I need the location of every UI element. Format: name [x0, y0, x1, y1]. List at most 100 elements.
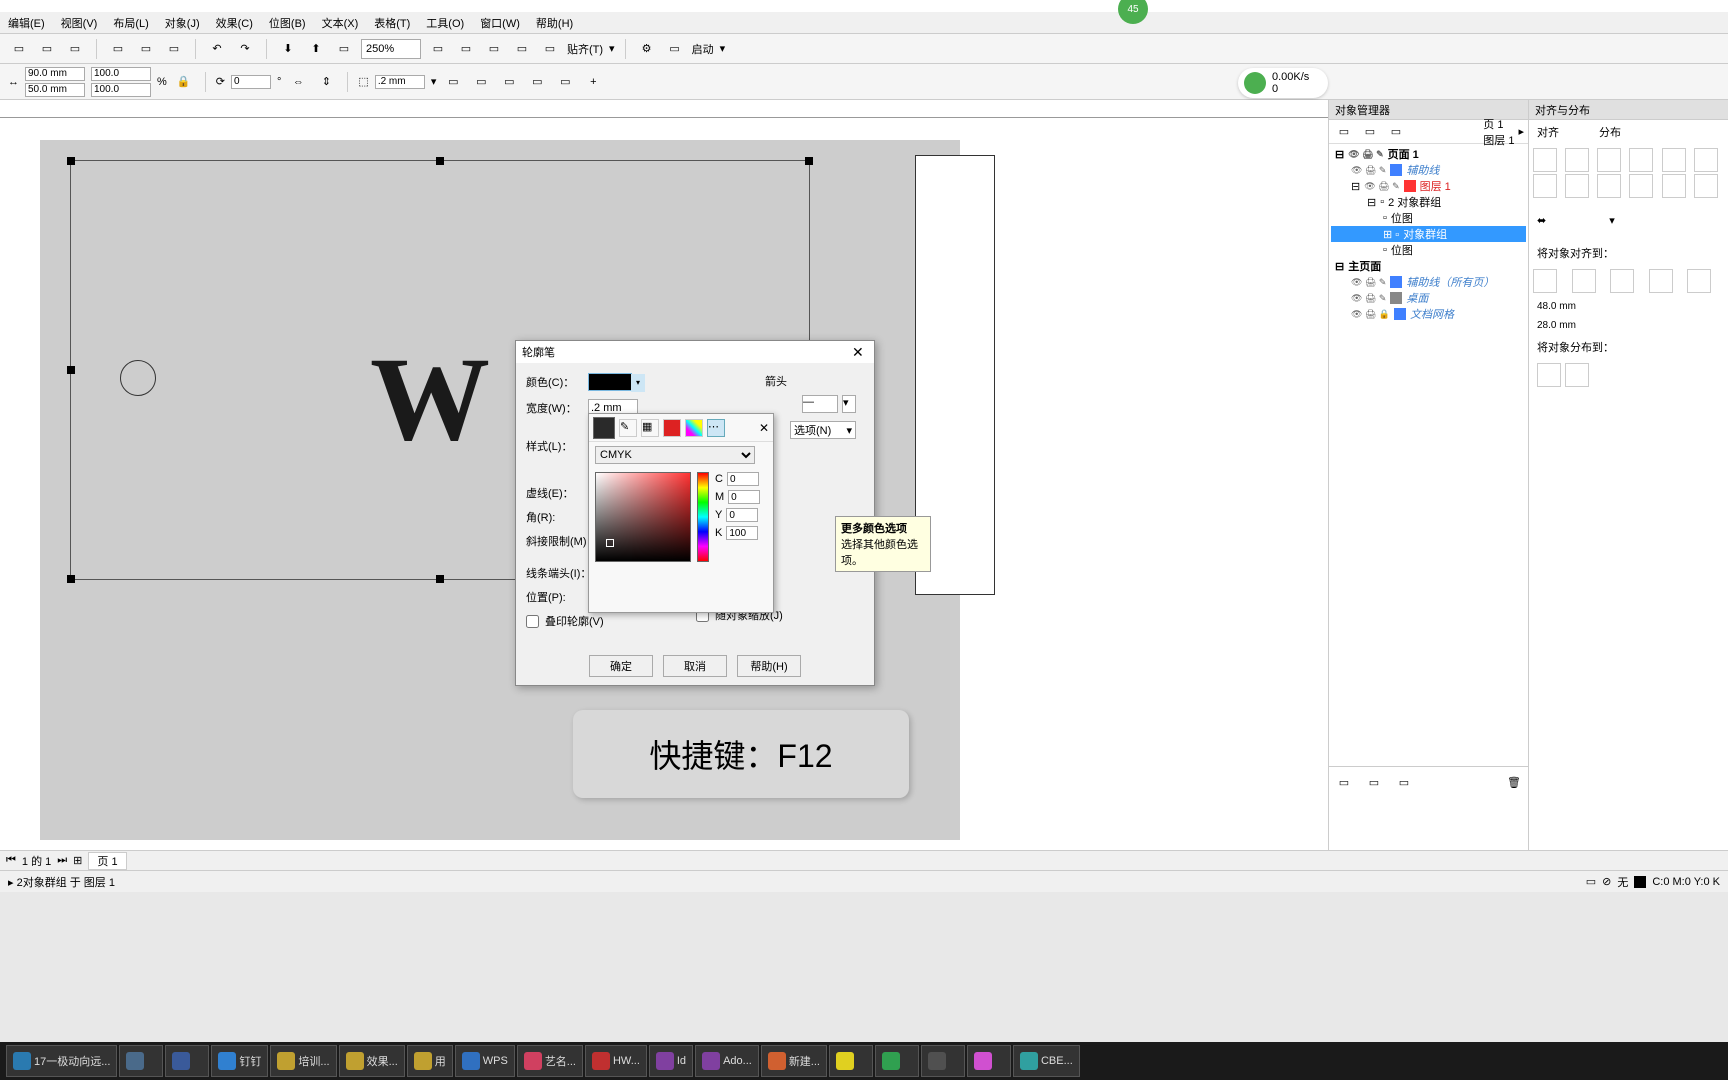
convert-button[interactable]: ▭: [554, 71, 576, 93]
y-input[interactable]: [726, 508, 758, 522]
cancel-button[interactable]: 取消: [663, 655, 727, 677]
dist-top[interactable]: [1629, 174, 1653, 198]
outline-width-input[interactable]: [375, 75, 425, 89]
menu-edit[interactable]: 编辑(E): [8, 15, 45, 31]
color-model-select[interactable]: CMYK: [595, 446, 755, 464]
taskbar-item-15[interactable]: [921, 1045, 965, 1077]
arrow-end-dropdown[interactable]: ▾: [842, 395, 856, 413]
network-widget[interactable]: 0.00K/s 0: [1238, 68, 1328, 98]
order-button[interactable]: ▭: [526, 71, 548, 93]
taskbar-item-4[interactable]: 培训...: [270, 1045, 336, 1077]
page-tab-1[interactable]: 页 1: [88, 852, 126, 870]
align-left[interactable]: [1533, 148, 1557, 172]
undo-button[interactable]: ↶: [206, 38, 228, 60]
taskbar-item-9[interactable]: HW...: [585, 1045, 647, 1077]
y-input[interactable]: [25, 83, 85, 97]
snap-dropdown[interactable]: 贴齐(T): [567, 41, 603, 57]
arrow-start-dropdown[interactable]: —: [802, 395, 838, 413]
dist-to-1[interactable]: [1537, 363, 1561, 387]
menu-effects[interactable]: 效果(C): [216, 15, 253, 31]
export-button[interactable]: ⬆: [305, 38, 327, 60]
dist-right[interactable]: [1694, 148, 1718, 172]
options-dropdown[interactable]: 选项(N)▾: [790, 421, 856, 439]
taskbar-item-11[interactable]: Ado...: [695, 1045, 759, 1077]
color-field[interactable]: [595, 472, 691, 562]
obj-tool-1[interactable]: ▭: [1333, 121, 1355, 143]
taskbar-item-13[interactable]: [829, 1045, 873, 1077]
options-button[interactable]: ⚙: [636, 38, 658, 60]
dist-bottom[interactable]: [1694, 174, 1718, 198]
obj-tool-2[interactable]: ▭: [1359, 121, 1381, 143]
align-to-4[interactable]: [1649, 269, 1673, 293]
align-button[interactable]: ▭: [498, 71, 520, 93]
popup-close-button[interactable]: ✕: [759, 421, 769, 435]
dialog-close-button[interactable]: ✕: [852, 344, 868, 360]
align-to-2[interactable]: [1572, 269, 1596, 293]
text-object-w[interactable]: W: [370, 330, 490, 468]
mirror-v-button[interactable]: ⇕: [315, 71, 337, 93]
menu-tools[interactable]: 工具(O): [426, 15, 464, 31]
color-marker[interactable]: [606, 539, 614, 547]
launch-icon[interactable]: ▭: [664, 38, 686, 60]
misc-button[interactable]: ▭: [539, 38, 561, 60]
dist-to-2[interactable]: [1565, 363, 1589, 387]
taskbar-item-2[interactable]: [165, 1045, 209, 1077]
outline-swatch[interactable]: [1634, 876, 1646, 888]
taskbar-item-17[interactable]: CBE...: [1013, 1045, 1080, 1077]
no-fill-icon[interactable]: ⊘: [1602, 875, 1611, 888]
dist-center-h[interactable]: [1662, 148, 1686, 172]
swatch-tool[interactable]: [663, 419, 681, 437]
menu-layout[interactable]: 布局(L): [113, 15, 148, 31]
guides-button[interactable]: ▭: [483, 38, 505, 60]
color-dropdown[interactable]: [588, 373, 632, 391]
dist-center-v[interactable]: [1662, 174, 1686, 198]
eyedropper-tool[interactable]: ✎: [619, 419, 637, 437]
ruler-horizontal[interactable]: [0, 100, 1328, 118]
dialog-titlebar[interactable]: 轮廓笔 ✕: [516, 341, 874, 363]
fill-swatch-icon[interactable]: ▭: [1586, 875, 1596, 888]
obj-dup[interactable]: ▭: [1393, 771, 1415, 793]
grid-button[interactable]: ▭: [455, 38, 477, 60]
copy-button[interactable]: ▭: [135, 38, 157, 60]
open-button[interactable]: ▭: [36, 38, 58, 60]
taskbar-item-14[interactable]: [875, 1045, 919, 1077]
canvas[interactable]: W 轮廓笔 ✕ 颜色(C)： 宽度(W)：: [0, 100, 1328, 850]
taskbar-item-7[interactable]: WPS: [455, 1045, 515, 1077]
ungroup-button[interactable]: ▭: [470, 71, 492, 93]
save-button[interactable]: ▭: [64, 38, 86, 60]
menu-bitmap[interactable]: 位图(B): [269, 15, 306, 31]
align-top[interactable]: [1533, 174, 1557, 198]
align-to-3[interactable]: [1610, 269, 1634, 293]
cut-button[interactable]: ▭: [107, 38, 129, 60]
taskbar-item-12[interactable]: 新建...: [761, 1045, 827, 1077]
taskbar-item-1[interactable]: [119, 1045, 163, 1077]
page-nav-first[interactable]: ⏮: [6, 854, 16, 867]
more-colors-button[interactable]: ⋯: [707, 419, 725, 437]
object-tree[interactable]: ⊟👁 🖨 ✎页面 1 👁 🖨 ✎辅助线 ⊟👁 🖨 ✎图层 1 ⊟▫2 对象群组 …: [1329, 144, 1528, 324]
redo-button[interactable]: ↷: [234, 38, 256, 60]
taskbar-item-3[interactable]: 钉钉: [211, 1045, 268, 1077]
x-input[interactable]: [25, 67, 85, 81]
menu-table[interactable]: 表格(T): [374, 15, 410, 31]
fullscreen-button[interactable]: ▭: [427, 38, 449, 60]
page-nav-last[interactable]: ⏭: [57, 854, 67, 867]
menu-object[interactable]: 对象(J): [165, 15, 200, 31]
taskbar-item-6[interactable]: 用: [407, 1045, 453, 1077]
rotation-input[interactable]: [231, 75, 271, 89]
paste-button[interactable]: ▭: [163, 38, 185, 60]
hue-slider[interactable]: [697, 472, 709, 562]
menu-view[interactable]: 视图(V): [61, 15, 98, 31]
align-center-v[interactable]: [1565, 174, 1589, 198]
taskbar-item-16[interactable]: [967, 1045, 1011, 1077]
align-right[interactable]: [1597, 148, 1621, 172]
zoom-combo[interactable]: 250%: [361, 39, 421, 59]
k-input[interactable]: [726, 526, 758, 540]
help-button[interactable]: 帮助(H): [737, 655, 801, 677]
palette-tool[interactable]: ▦: [641, 419, 659, 437]
circle-object[interactable]: [120, 360, 156, 396]
snap-button[interactable]: ▭: [511, 38, 533, 60]
align-center-h[interactable]: [1565, 148, 1589, 172]
m-input[interactable]: [728, 490, 760, 504]
overprint-checkbox[interactable]: [526, 615, 539, 628]
obj-delete[interactable]: 🗑: [1503, 771, 1525, 793]
